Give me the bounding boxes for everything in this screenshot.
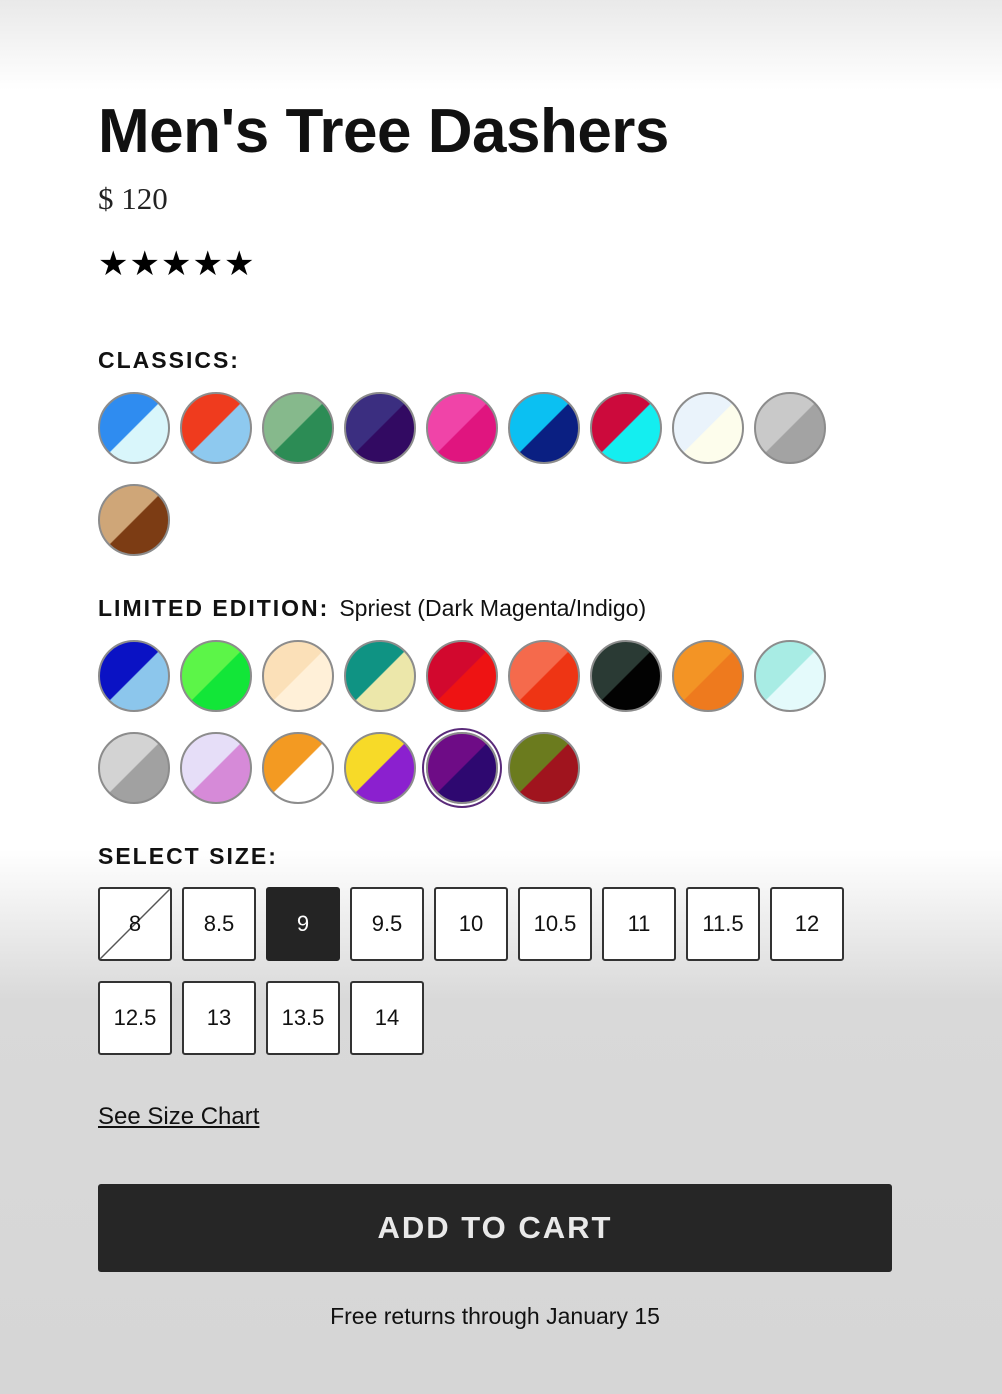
size-option-label: 11	[627, 911, 651, 936]
size-option-button[interactable]: 12.5	[98, 981, 172, 1055]
limited-edition-color-swatch[interactable]	[98, 640, 170, 712]
star-icon: ★	[160, 244, 192, 284]
limited-edition-heading: LIMITED EDITION: Spriest (Dark Magenta/In…	[98, 594, 646, 622]
classics-color-swatch[interactable]	[590, 392, 662, 464]
size-option-button[interactable]: 8.5	[182, 887, 256, 961]
product-price: $ 120	[98, 181, 168, 216]
classics-label: CLASSICS:	[98, 347, 240, 373]
product-title: Men's Tree Dashers	[98, 97, 669, 166]
limited-edition-color-swatch[interactable]	[180, 732, 252, 804]
size-option-button[interactable]: 9.5	[350, 887, 424, 961]
limited-edition-color-swatch[interactable]	[590, 640, 662, 712]
classics-color-swatch[interactable]	[426, 392, 498, 464]
size-option-label: 14	[374, 1005, 400, 1030]
size-option-label: 8	[128, 911, 142, 936]
limited-edition-color-swatch[interactable]	[672, 640, 744, 712]
limited-edition-color-swatch[interactable]	[426, 640, 498, 712]
classics-color-swatch[interactable]	[180, 392, 252, 464]
limited-edition-color-swatch[interactable]	[344, 732, 416, 804]
size-option-button[interactable]: 11	[602, 887, 676, 961]
star-rating: ★ ★ ★ ★ ★	[98, 244, 254, 284]
classics-color-swatch[interactable]	[98, 484, 170, 556]
size-option-label: 10.5	[533, 911, 577, 936]
size-option-button[interactable]: 10.5	[518, 887, 592, 961]
limited-edition-color-swatch[interactable]	[262, 732, 334, 804]
star-icon: ★	[192, 244, 223, 284]
select-size-label: SELECT SIZE:	[98, 843, 278, 869]
size-option-label: 9	[296, 911, 310, 936]
limited-edition-color-swatch[interactable]	[508, 732, 580, 804]
limited-edition-color-swatch[interactable]	[98, 732, 170, 804]
size-option-button[interactable]: 11.5	[686, 887, 760, 961]
size-option-button[interactable]: 10	[434, 887, 508, 961]
see-size-chart-link[interactable]: See Size Chart	[98, 1103, 259, 1131]
classics-color-swatch[interactable]	[754, 392, 826, 464]
size-option-label: 10	[458, 911, 484, 936]
size-option-label: 9.5	[371, 911, 403, 936]
limited-edition-color-swatch[interactable]	[508, 640, 580, 712]
classics-color-swatch[interactable]	[508, 392, 580, 464]
classics-color-swatch[interactable]	[672, 392, 744, 464]
size-option-button[interactable]: 14	[350, 981, 424, 1055]
classics-swatch-group	[98, 392, 858, 556]
free-returns-note: Free returns through January 15	[330, 1303, 660, 1329]
limited-edition-color-swatch[interactable]	[754, 640, 826, 712]
size-grid: 8 8.5 9 9.5 10 10.5 11 11.5 12 12.5 13 13.5 14	[98, 887, 858, 1055]
limited-edition-color-swatch[interactable]	[344, 640, 416, 712]
size-option-label: 8.5	[203, 911, 235, 936]
classics-color-swatch[interactable]	[262, 392, 334, 464]
limited-edition-color-swatch[interactable]	[180, 640, 252, 712]
size-option-button[interactable]: 13.5	[266, 981, 340, 1055]
size-option-label: 13.5	[281, 1005, 325, 1030]
star-icon: ★	[98, 244, 129, 284]
star-icon: ★	[129, 244, 160, 284]
limited-swatch-group	[98, 640, 858, 804]
size-option-label: 12	[794, 911, 820, 936]
size-option-label: 13	[206, 1005, 232, 1030]
limited-edition-color-swatch[interactable]	[262, 640, 334, 712]
classics-color-swatch[interactable]	[98, 392, 170, 464]
star-icon: ★	[223, 244, 255, 284]
limited-edition-label: LIMITED EDITION:	[98, 595, 330, 621]
size-option-button[interactable]: 13	[182, 981, 256, 1055]
selected-color-name: Spriest (Dark Magenta/Indigo)	[339, 595, 647, 621]
size-option-label: 11.5	[702, 911, 744, 936]
add-to-cart-button[interactable]: ADD TO CART	[98, 1184, 892, 1272]
size-option-button[interactable]: 9	[266, 887, 340, 961]
limited-edition-color-swatch[interactable]	[426, 732, 498, 804]
size-option-label: 12.5	[113, 1005, 157, 1030]
classics-color-swatch[interactable]	[344, 392, 416, 464]
size-option-button[interactable]: 12	[770, 887, 844, 961]
size-option-button[interactable]: 8	[98, 887, 172, 961]
